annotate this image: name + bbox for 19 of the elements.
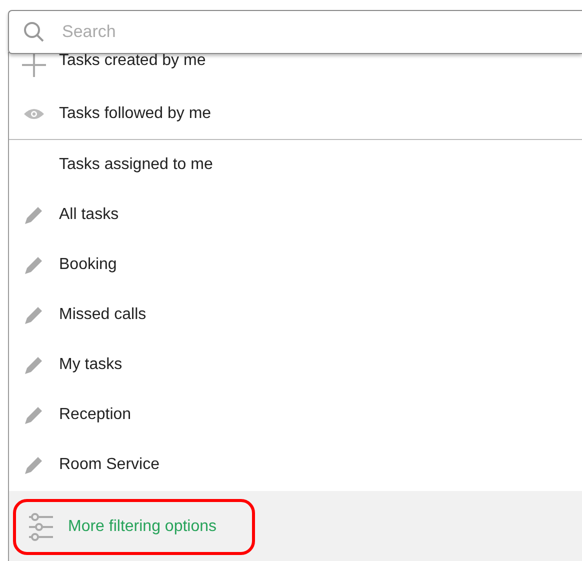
plus-icon — [21, 52, 47, 78]
filter-item[interactable]: Reception — [59, 406, 132, 424]
pencil-icon — [23, 254, 45, 276]
filter-item[interactable]: Booking — [59, 256, 117, 274]
filter-item[interactable]: My tasks — [59, 356, 122, 374]
filter-item[interactable]: Tasks created by me — [59, 52, 206, 70]
search-field[interactable]: Search — [8, 10, 582, 54]
filter-item[interactable]: Tasks assigned to me — [59, 156, 213, 174]
filter-item[interactable]: All tasks — [59, 206, 119, 224]
pencil-icon — [23, 404, 45, 426]
pencil-icon — [23, 304, 45, 326]
filter-item[interactable]: Tasks followed by me — [59, 105, 212, 123]
pencil-icon — [23, 204, 45, 226]
pencil-icon — [23, 354, 45, 376]
filter-item[interactable]: Missed calls — [59, 306, 146, 324]
eye-icon — [23, 108, 45, 120]
sliders-icon — [28, 513, 54, 541]
filter-item[interactable]: Room Service — [59, 456, 160, 474]
pencil-icon — [23, 454, 45, 476]
